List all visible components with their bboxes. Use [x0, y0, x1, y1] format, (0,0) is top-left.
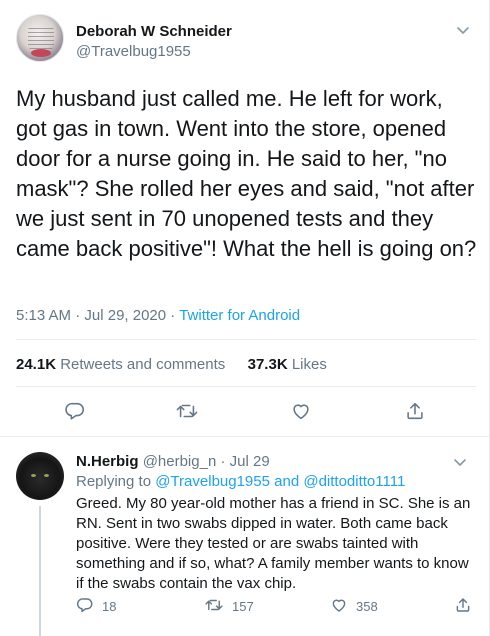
retweet-icon[interactable] — [174, 398, 200, 424]
retweet-count: 157 — [232, 599, 254, 614]
replying-user-link[interactable]: @dittoditto1111 — [303, 473, 405, 490]
retweet-icon — [204, 596, 224, 617]
author-handle[interactable]: @Travelbug1955 — [76, 43, 191, 60]
tweet-source[interactable]: Twitter for Android — [179, 307, 300, 324]
divider — [16, 339, 476, 340]
replying-and: and — [274, 473, 300, 490]
tweet-thread: Deborah W Schneider @Travelbug1955 My hu… — [0, 0, 490, 636]
meta-separator: · — [75, 307, 81, 324]
likes-stat[interactable]: 37.3K Likes — [248, 356, 327, 373]
avatar-lips — [31, 49, 51, 57]
heart-icon — [330, 596, 348, 617]
likes-label: Likes — [291, 356, 327, 373]
divider — [16, 386, 476, 387]
meta-separator: · — [170, 307, 176, 324]
reply-button[interactable]: 18 — [76, 596, 116, 617]
retweets-label: Retweets and comments — [60, 356, 226, 373]
retweet-button[interactable]: 157 — [204, 596, 254, 617]
chevron-down-icon[interactable] — [453, 456, 467, 471]
tweet-time[interactable]: 5:13 AM — [16, 307, 71, 324]
retweets-stat[interactable]: 24.1K Retweets and comments — [16, 356, 225, 373]
likes-count: 37.3K — [247, 356, 288, 373]
replying-user-link[interactable]: @Travelbug1955 — [155, 473, 270, 490]
divider — [0, 436, 490, 437]
main-tweet-actions — [0, 398, 490, 428]
avatar-eye — [44, 474, 49, 477]
share-icon[interactable] — [454, 596, 472, 614]
author-name[interactable]: Deborah W Schneider — [76, 23, 232, 40]
chevron-down-icon[interactable] — [456, 24, 470, 39]
reply-date[interactable]: Jul 29 — [230, 453, 270, 470]
replying-to: Replying to @Travelbug1955 and @dittodit… — [76, 473, 405, 490]
share-icon[interactable] — [402, 398, 428, 424]
tweet-date[interactable]: Jul 29, 2020 — [84, 307, 166, 324]
like-button[interactable]: 358 — [330, 596, 378, 617]
avatar-eye — [31, 474, 36, 477]
reply-header: N.Herbig @herbig_n · Jul 29 — [76, 453, 270, 470]
reply-count: 18 — [102, 599, 117, 614]
like-count: 358 — [356, 599, 378, 614]
replying-prefix: Replying to — [76, 473, 152, 490]
main-tweet-header: Deborah W Schneider @Travelbug1955 — [16, 14, 476, 70]
avatar[interactable] — [16, 452, 64, 500]
tweet-meta: 5:13 AM · Jul 29, 2020 · Twitter for And… — [16, 307, 300, 324]
meta-separator: · — [220, 453, 226, 470]
reply-author-name[interactable]: N.Herbig — [76, 453, 139, 470]
reply-icon — [76, 596, 94, 617]
reply-icon[interactable] — [62, 398, 88, 424]
reply-author-handle[interactable]: @herbig_n — [143, 453, 217, 470]
reply-text: Greed. My 80 year-old mother has a frien… — [76, 495, 471, 592]
avatar-text-scribble — [28, 27, 54, 49]
tweet-text: My husband just called me. He left for w… — [16, 86, 477, 261]
heart-icon[interactable] — [288, 398, 314, 424]
retweets-count: 24.1K — [16, 356, 57, 373]
tweet-stats: 24.1K Retweets and comments 37.3K Likes — [16, 356, 327, 373]
reply-actions: 18 157 358 — [76, 596, 476, 620]
avatar[interactable] — [16, 14, 64, 62]
thread-line — [39, 506, 41, 636]
